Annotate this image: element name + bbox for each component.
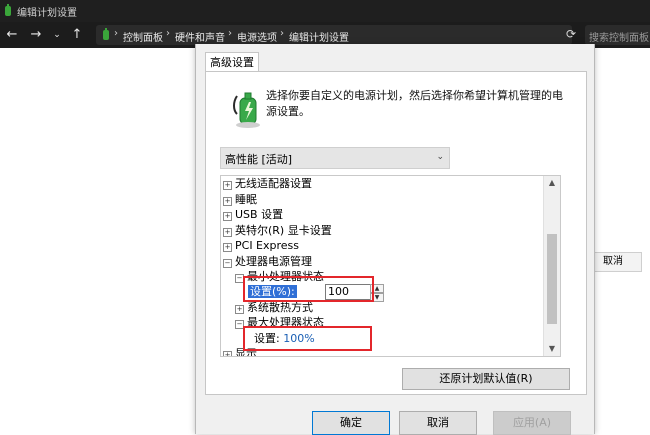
setting-percent-label: 设置(%): (248, 285, 297, 298)
tree-item-usb[interactable]: + USB 设置 (223, 207, 283, 223)
tree-item-label: 无线适配器设置 (235, 177, 312, 190)
tree-item-label: 最大处理器状态 (247, 316, 324, 329)
tree-item-label: 最小处理器状态 (247, 270, 324, 283)
collapse-minus-icon[interactable]: − (235, 320, 244, 329)
expand-plus-icon[interactable]: + (235, 305, 244, 314)
expand-plus-icon[interactable]: + (223, 212, 232, 221)
chevron-down-icon: ⌄ (436, 152, 444, 162)
tree-item-pci-express[interactable]: + PCI Express (223, 238, 299, 254)
tree-item-wireless[interactable]: + 无线适配器设置 (223, 176, 312, 192)
expand-plus-icon[interactable]: + (223, 243, 232, 252)
power-options-icon (103, 28, 109, 40)
tree-item-label: 处理器电源管理 (235, 255, 312, 268)
address-bar[interactable]: › 控制面板 › 硬件和声音 › 电源选项 › 编辑计划设置 (96, 25, 572, 45)
breadcrumb-separator-icon: › (114, 28, 118, 39)
scroll-thumb[interactable] (547, 234, 557, 324)
tree-item-label: PCI Express (235, 239, 300, 252)
tab-advanced-settings[interactable]: 高级设置 (205, 52, 259, 72)
back-arrow-icon[interactable]: ← (5, 27, 19, 43)
tree-item-label: 系统散热方式 (247, 301, 313, 314)
advanced-settings-panel: 选择你要自定义的电源计划，然后选择你希望计算机管理的电源设置。 高性能 [活动]… (205, 71, 587, 395)
breadcrumb-separator-icon: › (280, 28, 284, 39)
tree-item-label: 英特尔(R) 显卡设置 (235, 224, 332, 237)
tree-item-display[interactable]: + 显示 (223, 346, 257, 357)
apply-button[interactable]: 应用(A) (493, 411, 571, 435)
expand-plus-icon[interactable]: + (223, 228, 232, 237)
window-title: 编辑计划设置 (17, 8, 77, 19)
tree-item-min-processor-state[interactable]: − 最小处理器状态 (235, 269, 324, 285)
tree-item-label: 显示 (235, 347, 257, 357)
min-processor-setting-row: 设置(%): 100 ▲ ▼ (248, 284, 408, 302)
breadcrumb-hardware-sound[interactable]: 硬件和声音 (175, 29, 225, 44)
breadcrumb-separator-icon: › (228, 28, 232, 39)
dialog-description: 选择你要自定义的电源计划，然后选择你希望计算机管理的电源设置。 (266, 89, 563, 118)
window-titlebar: 编辑计划设置 (0, 0, 650, 22)
breadcrumb-power-options[interactable]: 电源选项 (237, 29, 277, 44)
collapse-minus-icon[interactable]: − (223, 259, 232, 268)
collapse-minus-icon[interactable]: − (235, 274, 244, 283)
settings-tree[interactable]: + 无线适配器设置 + 睡眠 + USB 设置 + 英特尔(R) 显卡设置 + PCI E… (220, 175, 561, 357)
scroll-up-icon[interactable]: ▲ (544, 176, 560, 190)
search-input[interactable]: 搜索控制面板 (585, 25, 650, 45)
value-stepper: ▲ ▼ (370, 284, 384, 302)
tree-item-processor-power[interactable]: − 处理器电源管理 (223, 254, 312, 270)
cancel-button[interactable]: 取消 (399, 411, 477, 435)
max-processor-setting-row[interactable]: 设置: 100% (254, 331, 315, 347)
max-processor-value[interactable]: 100% (283, 332, 314, 345)
expand-plus-icon[interactable]: + (223, 197, 232, 206)
breadcrumb-edit-plan[interactable]: 编辑计划设置 (289, 29, 349, 44)
power-plan-value: 高性能 [活动] (225, 153, 293, 166)
tree-item-max-processor-state[interactable]: − 最大处理器状态 (235, 315, 324, 331)
power-plan-select[interactable]: 高性能 [活动] ⌄ (220, 147, 450, 169)
restore-defaults-button[interactable]: 还原计划默认值(R) (402, 368, 570, 390)
tree-item-sleep[interactable]: + 睡眠 (223, 192, 257, 208)
search-placeholder: 搜索控制面板 (589, 33, 649, 44)
stepper-up-icon[interactable]: ▲ (370, 284, 384, 293)
tree-item-label: USB 设置 (235, 208, 284, 221)
ok-button[interactable]: 确定 (312, 411, 390, 435)
advanced-settings-dialog: 高级设置 选择你要自定义的电源计划，然后选择你希望计算机管理的电源设置。 高性能… (195, 44, 595, 435)
chevron-down-icon[interactable]: ⌄ (50, 27, 64, 43)
tree-item-label: 睡眠 (235, 193, 257, 206)
breadcrumb-separator-icon: › (166, 28, 170, 39)
tree-item-intel-graphics[interactable]: + 英特尔(R) 显卡设置 (223, 223, 332, 239)
power-options-icon (5, 4, 11, 16)
power-plan-icon (233, 92, 260, 128)
up-arrow-icon[interactable]: ↑ (70, 27, 84, 43)
forward-arrow-icon[interactable]: → (29, 27, 43, 43)
setting-label: 设置: (254, 332, 280, 345)
expand-plus-icon[interactable]: + (223, 181, 232, 190)
stepper-down-icon[interactable]: ▼ (370, 293, 384, 302)
expand-plus-icon[interactable]: + (223, 351, 232, 356)
min-processor-value-input[interactable]: 100 (325, 284, 371, 300)
refresh-icon[interactable]: ⟳ (566, 27, 576, 41)
tree-scrollbar[interactable]: ▲ ▼ (543, 176, 560, 356)
breadcrumb-control-panel[interactable]: 控制面板 (123, 29, 163, 44)
scroll-down-icon[interactable]: ▼ (544, 342, 560, 356)
tree-item-cooling-policy[interactable]: + 系统散热方式 (235, 300, 313, 316)
